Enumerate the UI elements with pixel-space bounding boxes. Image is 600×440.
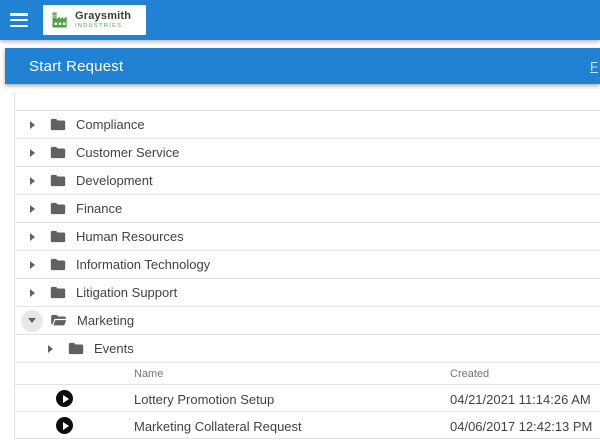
factory-icon — [50, 10, 70, 30]
folder-icon — [50, 258, 66, 271]
tree-item-label: Development — [76, 173, 153, 188]
company-logo[interactable]: Graysmith INDUSTRIES — [43, 5, 146, 35]
tree-item-events[interactable]: Events — [15, 335, 600, 363]
table-row[interactable]: Lottery Promotion Setup 04/21/2021 11:14… — [15, 385, 600, 412]
page-title: Start Request — [29, 58, 123, 75]
page-header-bar: Start Request F — [5, 48, 600, 84]
folder-icon — [50, 118, 66, 131]
tree-item-litigation-support[interactable]: Litigation Support — [15, 279, 600, 307]
column-header-name: Name — [134, 368, 163, 380]
request-created-date: 04/06/2017 12:42:13 PM — [450, 419, 592, 434]
request-created-date: 04/21/2021 11:14:26 AM — [450, 392, 591, 407]
requests-table-header: Name Created — [15, 363, 600, 385]
folder-icon — [50, 202, 66, 215]
bar-gap — [0, 40, 600, 48]
expand-caret-icon[interactable] — [39, 338, 61, 360]
folder-icon — [50, 146, 66, 159]
expand-caret-icon[interactable] — [21, 198, 43, 220]
folder-icon — [50, 286, 66, 299]
expand-caret-icon[interactable] — [21, 226, 43, 248]
tree-item-label: Compliance — [76, 117, 145, 132]
truncated-header-link[interactable]: F — [590, 59, 598, 74]
menu-icon[interactable] — [10, 13, 28, 27]
folder-icon — [50, 230, 66, 243]
panel-top-spacer — [15, 92, 600, 111]
tree-item-label: Finance — [76, 201, 122, 216]
tree-item-compliance[interactable]: Compliance — [15, 111, 600, 139]
table-row[interactable]: Marketing Collateral Request 04/06/2017 … — [15, 412, 600, 439]
logo-text: Graysmith INDUSTRIES — [75, 11, 131, 30]
folder-icon — [50, 174, 66, 187]
folder-open-icon — [50, 314, 67, 327]
expand-caret-icon[interactable] — [21, 282, 43, 304]
tree-item-label: Events — [94, 341, 134, 356]
tree-item-information-technology[interactable]: Information Technology — [15, 251, 600, 279]
start-request-play-icon[interactable] — [56, 417, 73, 434]
folder-icon — [68, 342, 84, 355]
request-name: Lottery Promotion Setup — [134, 392, 274, 407]
tree-item-development[interactable]: Development — [15, 167, 600, 195]
tree-item-label: Human Resources — [76, 229, 184, 244]
start-request-play-icon[interactable] — [56, 390, 73, 407]
expand-caret-icon[interactable] — [21, 254, 43, 276]
collapse-caret-icon[interactable] — [21, 310, 43, 332]
tree-item-customer-service[interactable]: Customer Service — [15, 139, 600, 167]
logo-company-name: Graysmith — [75, 11, 131, 22]
expand-caret-icon[interactable] — [21, 170, 43, 192]
tree-item-human-resources[interactable]: Human Resources — [15, 223, 600, 251]
request-name: Marketing Collateral Request — [134, 419, 302, 434]
content-area: Compliance Customer Service Development … — [0, 92, 600, 440]
column-header-created: Created — [450, 368, 489, 380]
tree-item-label: Information Technology — [76, 257, 210, 272]
tree-item-label: Customer Service — [76, 145, 179, 160]
logo-company-subtitle: INDUSTRIES — [75, 24, 131, 30]
tree-item-marketing[interactable]: Marketing — [15, 307, 600, 335]
tree-item-label: Marketing — [77, 313, 134, 328]
request-browser-panel: Compliance Customer Service Development … — [14, 92, 600, 440]
tree-item-label: Litigation Support — [76, 285, 177, 300]
expand-caret-icon[interactable] — [21, 142, 43, 164]
app-bar: Graysmith INDUSTRIES — [0, 0, 600, 40]
tree-item-finance[interactable]: Finance — [15, 195, 600, 223]
expand-caret-icon[interactable] — [21, 114, 43, 136]
